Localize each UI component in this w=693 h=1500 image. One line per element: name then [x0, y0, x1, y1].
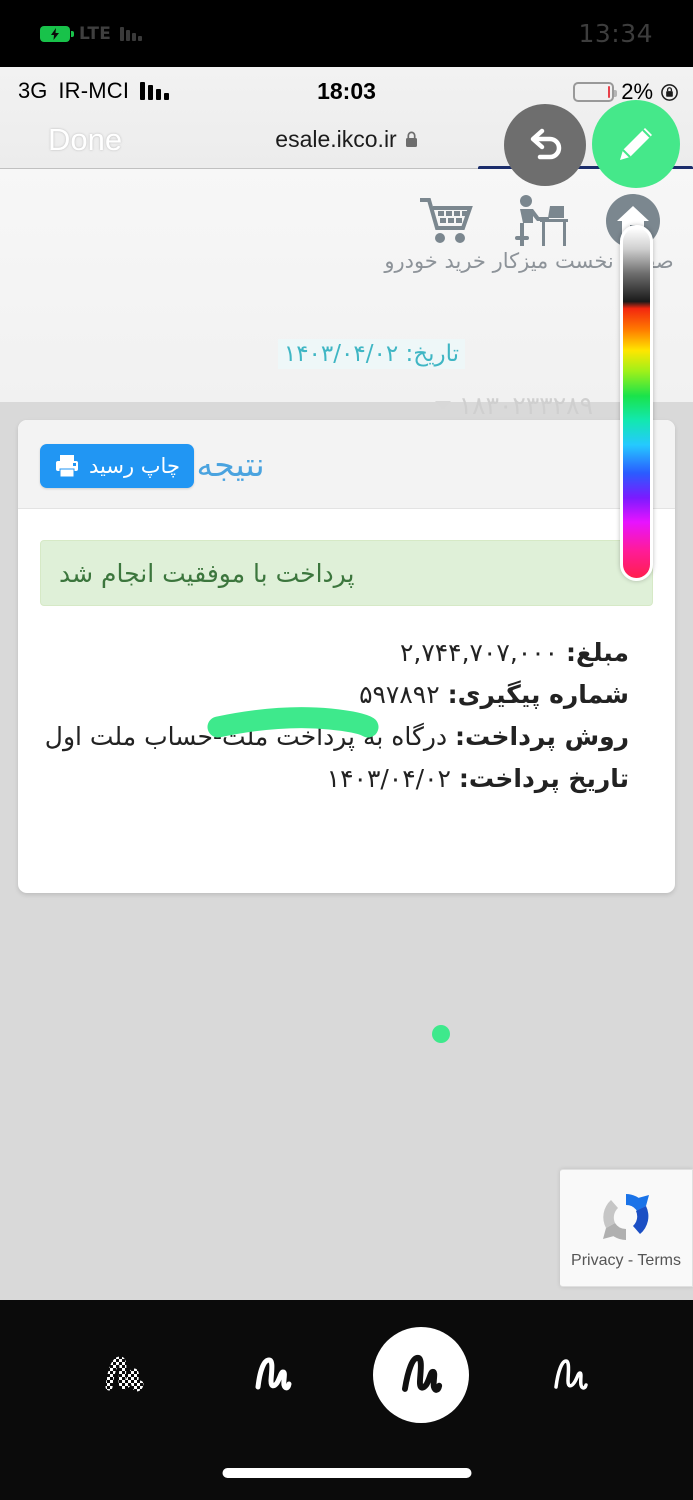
eraser-tool[interactable] — [75, 1327, 171, 1423]
battery-icon — [573, 82, 618, 102]
highlighter-tool[interactable] — [224, 1327, 320, 1423]
url-display[interactable]: esale.ikco.ir — [0, 126, 693, 153]
detail-row-tracking: شماره پیگیری: ۵۹۷۸۹۲ — [38, 674, 629, 716]
detail-label-tracking: شماره پیگیری: — [447, 680, 629, 709]
success-alert: پرداخت با موفقیت انجام شد — [40, 540, 653, 606]
detail-value-amount: ۲,۷۴۴,۷۰۷,۰۰۰ — [399, 638, 559, 667]
os-clock: 13:34 — [578, 19, 653, 48]
phone-screen: 13:34 LTE IR-MCI 3G 18:03 2% Done esale.… — [0, 0, 693, 1500]
order-number-row[interactable]: ۱۸۳۰۲۳۳۲۸۹ — [434, 391, 593, 420]
os-status-bar: 13:34 LTE — [0, 0, 693, 67]
print-receipt-label: چاپ رسید — [89, 454, 180, 478]
undo-arrow-icon — [530, 128, 562, 160]
bolt-glyph — [51, 27, 59, 40]
marker-tool[interactable] — [373, 1327, 470, 1423]
order-date: تاریخ: ۱۴۰۳/۰۴/۰۲ — [277, 339, 465, 369]
nav-item-cart[interactable] — [403, 188, 495, 254]
detail-value-method: درگاه به پرداخت ملت-حساب ملت اول — [44, 722, 448, 751]
order-date-bar: تاریخ: ۱۴۰۳/۰۴/۰۲ — [0, 339, 693, 369]
color-gradient-slider[interactable] — [620, 225, 653, 581]
marker-scribble-icon — [402, 1354, 443, 1393]
highlighter-scribble-icon — [255, 1357, 292, 1391]
pencil-icon — [620, 128, 652, 160]
os-status-right: LTE — [40, 23, 143, 44]
lock-icon — [405, 131, 417, 147]
browser-url-row: Done esale.ikco.ir — [0, 114, 693, 168]
browser-status-bar: IR-MCI 3G 18:03 2% Done esale.ikco.ir — [0, 67, 693, 169]
card-header: چاپ رسید نتیجه پرداخت — [18, 420, 675, 509]
pen-tool[interactable] — [522, 1327, 618, 1423]
detail-value-date: ۱۴۰۳/۰۴/۰۲ — [326, 764, 451, 793]
detail-value-tracking: ۵۹۷۸۹۲ — [359, 680, 440, 709]
detail-row-method: روش پرداخت: درگاه به پرداخت ملت-حساب ملت… — [38, 716, 629, 758]
detail-row-date: تاریخ پرداخت: ۱۴۰۳/۰۴/۰۲ — [38, 758, 629, 800]
order-number: ۱۸۳۰۲۳۳۲۸۹ — [458, 391, 593, 420]
printer-icon — [56, 455, 78, 478]
pen-scribble-icon — [554, 1359, 589, 1390]
url-text: esale.ikco.ir — [275, 126, 397, 152]
eraser-scribble-icon — [105, 1356, 144, 1392]
recaptcha-badge[interactable]: Privacy - Terms — [560, 1169, 693, 1287]
network-label: LTE — [79, 23, 112, 44]
markup-pen-button[interactable] — [592, 100, 680, 188]
battery-charging-icon — [40, 25, 74, 42]
home-indicator — [222, 1468, 471, 1478]
undo-button[interactable] — [504, 104, 586, 186]
nav-item-desk[interactable] — [495, 188, 587, 254]
rotation-lock-icon — [661, 83, 678, 101]
desk-worker-icon — [495, 188, 587, 254]
detail-label-method: روش پرداخت: — [455, 722, 629, 751]
markup-toolbar — [0, 1300, 693, 1500]
shopping-cart-icon — [403, 188, 495, 254]
print-receipt-button[interactable]: چاپ رسید — [40, 444, 194, 488]
detail-label-date: تاریخ پرداخت: — [458, 764, 629, 793]
detail-label-amount: مبلغ: — [566, 638, 629, 667]
payment-details: مبلغ: ۲,۷۴۴,۷۰۷,۰۰۰ شماره پیگیری: ۵۹۷۸۹۲… — [18, 632, 675, 800]
detail-row-amount: مبلغ: ۲,۷۴۴,۷۰۷,۰۰۰ — [38, 632, 629, 674]
signal-bars-icon — [120, 26, 143, 41]
payment-result-card: چاپ رسید نتیجه پرداخت با موفقیت انجام شد… — [18, 420, 675, 893]
chevron-down-icon — [434, 401, 451, 410]
tool-list — [0, 1320, 693, 1430]
web-page: صفحه نخست میزکار خرید خودرو تاریخ: ۱۴۰۳/… — [0, 169, 693, 1300]
recaptcha-label: Privacy - Terms — [571, 1252, 681, 1269]
browser-status-row: IR-MCI 3G 18:03 2% — [0, 67, 693, 114]
recaptcha-icon — [603, 1194, 649, 1240]
